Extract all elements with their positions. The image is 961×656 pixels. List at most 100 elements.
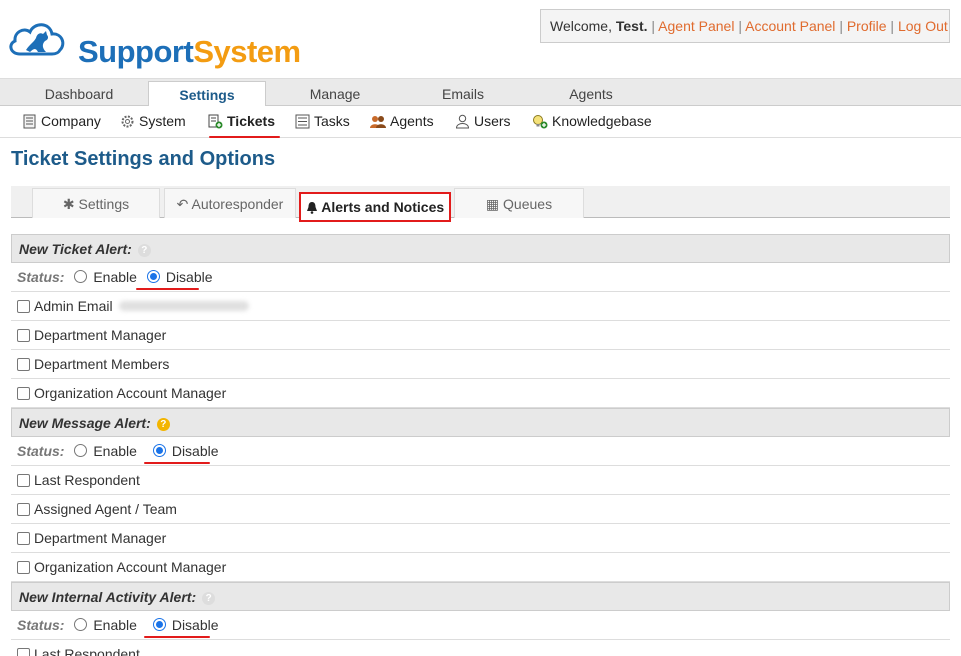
bell-icon bbox=[306, 202, 317, 214]
subnav-agents-label: Agents bbox=[390, 113, 434, 129]
logout-link[interactable]: Log Out bbox=[898, 18, 948, 34]
subnav-system-label: System bbox=[139, 113, 186, 129]
subnav-system[interactable]: System bbox=[120, 113, 186, 129]
ticket-add-icon bbox=[208, 114, 223, 129]
subnav-users-label: Users bbox=[474, 113, 511, 129]
kangaroo-cloud-icon bbox=[9, 23, 65, 56]
subnav-users[interactable]: Users bbox=[455, 113, 511, 129]
subnav-knowledgebase-label: Knowledgebase bbox=[552, 113, 652, 129]
last-respondent-label: Last Respondent bbox=[34, 646, 140, 656]
nav-tab-settings[interactable]: Settings bbox=[148, 81, 266, 108]
nav-tab-dashboard[interactable]: Dashboard bbox=[20, 79, 138, 107]
asterisk-icon: ✱ bbox=[62, 196, 75, 212]
tickets-highlight-underline bbox=[209, 136, 280, 138]
dept-manager-checkbox[interactable] bbox=[17, 532, 30, 545]
account-panel-link[interactable]: Account Panel bbox=[745, 18, 835, 34]
disable-label: Disable bbox=[171, 443, 219, 459]
disable-label: Disable bbox=[171, 617, 219, 633]
dept-manager-checkbox[interactable] bbox=[17, 329, 30, 342]
subnav-company[interactable]: Company bbox=[22, 113, 101, 129]
company-icon bbox=[23, 114, 36, 129]
subnav-tickets-label: Tickets bbox=[227, 113, 275, 129]
tab-alerts-and-notices[interactable]: Alerts and Notices bbox=[299, 192, 451, 222]
dept-members-label: Department Members bbox=[34, 356, 170, 372]
dept-members-checkbox[interactable] bbox=[17, 358, 30, 371]
subnav-tickets[interactable]: Tickets bbox=[208, 113, 275, 129]
subnav-agents[interactable]: Agents bbox=[370, 113, 434, 129]
redacted-email bbox=[118, 301, 249, 311]
new-message-disable-radio[interactable] bbox=[152, 444, 166, 457]
agent-panel-link[interactable]: Agent Panel bbox=[658, 18, 734, 34]
status-label: Status: bbox=[17, 443, 65, 459]
tasks-icon bbox=[295, 114, 310, 129]
disable-highlight-underline bbox=[136, 288, 199, 290]
new-internal-last-respondent-row: Last Respondent bbox=[11, 640, 950, 656]
new-message-org-manager-row: Organization Account Manager bbox=[11, 553, 950, 582]
settings-tabs: ✱ Settings ↶ Autoresponder Alerts and No… bbox=[11, 186, 950, 222]
tab-settings-label: Settings bbox=[78, 196, 130, 212]
new-message-assigned-agent-row: Assigned Agent / Team bbox=[11, 495, 950, 524]
admin-email-label: Admin Email bbox=[34, 298, 113, 314]
sub-nav: Company System Tickets Tasks Agents User… bbox=[0, 106, 961, 138]
agents-icon bbox=[370, 116, 386, 128]
welcome-user: Test. bbox=[615, 18, 648, 34]
tab-queues[interactable]: ▦ Queues bbox=[454, 188, 584, 218]
nav-tab-manage[interactable]: Manage bbox=[276, 79, 394, 107]
section-new-ticket-alert: New Ticket Alert:? bbox=[11, 234, 950, 263]
subnav-knowledgebase[interactable]: Knowledgebase bbox=[532, 113, 652, 129]
nav-tab-emails[interactable]: Emails bbox=[404, 79, 522, 107]
new-ticket-dept-manager-row: Department Manager bbox=[11, 321, 950, 350]
org-manager-checkbox[interactable] bbox=[17, 387, 30, 400]
assigned-agent-checkbox[interactable] bbox=[17, 503, 30, 516]
org-manager-label: Organization Account Manager bbox=[34, 559, 227, 575]
enable-label: Enable bbox=[93, 617, 137, 633]
help-icon[interactable]: ? bbox=[202, 592, 216, 605]
main-nav: Dashboard Settings Manage Emails Agents bbox=[0, 78, 961, 108]
new-internal-disable-radio[interactable] bbox=[152, 618, 166, 631]
new-message-status-row: Status: Enable Disable bbox=[11, 437, 950, 466]
last-respondent-checkbox[interactable] bbox=[17, 474, 30, 487]
knowledgebase-icon bbox=[533, 115, 548, 129]
new-internal-enable-radio[interactable] bbox=[74, 618, 88, 631]
tab-alerts-label: Alerts and Notices bbox=[321, 199, 445, 215]
new-ticket-dept-members-row: Department Members bbox=[11, 350, 950, 379]
logo-text: SupportSystem bbox=[78, 34, 301, 70]
disable-highlight-underline bbox=[144, 462, 210, 464]
nav-tab-agents[interactable]: Agents bbox=[532, 79, 650, 107]
new-ticket-admin-email-row: Admin Email bbox=[11, 292, 950, 321]
tab-settings[interactable]: ✱ Settings bbox=[32, 188, 160, 218]
last-respondent-checkbox[interactable] bbox=[17, 648, 30, 656]
new-ticket-org-manager-row: Organization Account Manager bbox=[11, 379, 950, 408]
welcome-greeting: Welcome, bbox=[550, 18, 616, 34]
new-ticket-status-row: Status: Enable Disable bbox=[11, 263, 950, 292]
logo[interactable]: SupportSystem bbox=[6, 10, 316, 69]
logo-part1: Support bbox=[78, 34, 194, 69]
welcome-bar: Welcome, Test. | Agent Panel | Account P… bbox=[540, 9, 950, 43]
dept-manager-label: Department Manager bbox=[34, 327, 167, 343]
tab-autoresponder[interactable]: ↶ Autoresponder bbox=[164, 188, 296, 218]
new-message-last-respondent-row: Last Respondent bbox=[11, 466, 950, 495]
section-new-internal-activity-alert: New Internal Activity Alert:? bbox=[11, 582, 950, 611]
disable-highlight-underline bbox=[144, 636, 210, 638]
enable-label: Enable bbox=[93, 269, 137, 285]
tab-queues-label: Queues bbox=[503, 196, 553, 212]
help-icon[interactable]: ? bbox=[156, 418, 170, 431]
disable-label: Disable bbox=[165, 269, 213, 285]
assigned-agent-label: Assigned Agent / Team bbox=[34, 501, 177, 517]
org-manager-checkbox[interactable] bbox=[17, 561, 30, 574]
logo-part2: System bbox=[193, 34, 301, 69]
org-manager-label: Organization Account Manager bbox=[34, 385, 227, 401]
new-ticket-disable-radio[interactable] bbox=[146, 270, 160, 283]
profile-link[interactable]: Profile bbox=[847, 18, 887, 34]
reply-icon: ↶ bbox=[176, 196, 189, 212]
subnav-tasks[interactable]: Tasks bbox=[295, 113, 350, 129]
gear-icon bbox=[121, 115, 134, 128]
status-label: Status: bbox=[17, 617, 65, 633]
status-label: Status: bbox=[17, 269, 65, 285]
new-message-enable-radio[interactable] bbox=[74, 444, 88, 457]
section-title: New Ticket Alert: bbox=[19, 241, 132, 257]
help-icon[interactable]: ? bbox=[137, 244, 151, 257]
new-ticket-enable-radio[interactable] bbox=[74, 270, 88, 283]
admin-email-checkbox[interactable] bbox=[17, 300, 30, 313]
tab-autoresponder-label: Autoresponder bbox=[191, 196, 284, 212]
